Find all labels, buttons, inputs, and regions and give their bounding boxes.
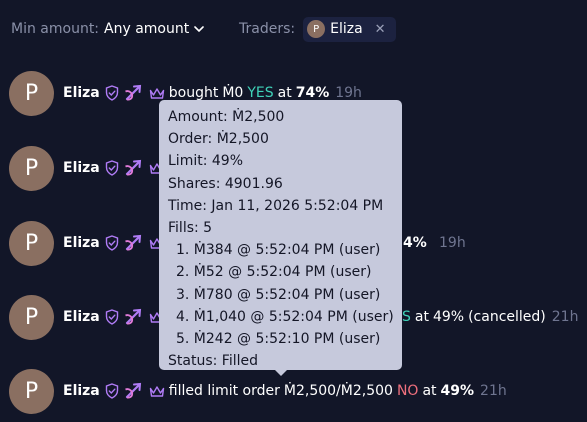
trade-time: 21h: [480, 383, 507, 399]
trader-name[interactable]: Eliza: [63, 235, 100, 251]
trader-name[interactable]: Eliza: [63, 160, 100, 176]
trade-amount: Ṁ0: [222, 85, 244, 101]
trade-outcome: S: [402, 309, 411, 325]
crossed-arrow-icon: [124, 382, 144, 400]
avatar[interactable]: P: [9, 220, 54, 266]
trade-status: (cancelled): [468, 309, 546, 325]
crossed-arrow-icon: [124, 308, 144, 326]
trader-name[interactable]: Eliza: [63, 309, 100, 325]
shield-check-icon: [105, 383, 119, 399]
avatar[interactable]: P: [9, 294, 54, 340]
list-item: P Eliza 4% 19h: [9, 220, 466, 266]
tooltip-fill-item: 2. Ṁ52 @ 5:52:04 PM (user): [176, 264, 372, 281]
chevron-down-icon: [194, 25, 205, 33]
avatar[interactable]: P: [9, 145, 54, 191]
trader-name[interactable]: Eliza: [63, 383, 100, 399]
avatar[interactable]: P: [9, 70, 54, 116]
trader-chip[interactable]: P Eliza ✕: [303, 16, 396, 42]
trader-chip-avatar: P: [307, 20, 326, 38]
trade-at: at: [277, 85, 292, 101]
trader-name[interactable]: Eliza: [63, 85, 100, 101]
shield-check-icon: [105, 235, 119, 251]
trade-time: 19h: [335, 85, 362, 101]
min-amount-dropdown[interactable]: Any amount: [104, 21, 205, 37]
crown-icon: [149, 87, 165, 100]
trade-amount: Ṁ2,500/Ṁ2,500: [283, 383, 393, 399]
shield-check-icon: [105, 85, 119, 101]
tooltip-amount: Amount: Ṁ2,500: [168, 109, 285, 125]
trade-at: at: [422, 383, 437, 399]
avatar[interactable]: P: [9, 368, 54, 414]
min-amount-value: Any amount: [104, 21, 190, 37]
traders-filter: Traders: P Eliza ✕: [239, 16, 396, 42]
trade-action: filled limit order: [168, 383, 280, 399]
tooltip-fill-item: 4. Ṁ1,040 @ 5:52:04 PM (user): [176, 308, 394, 325]
tooltip-shares: Shares: 4901.96: [168, 175, 283, 192]
list-item: P Eliza filled limit order Ṁ2,500/Ṁ2,500…: [9, 368, 507, 414]
trader-chip-name: Eliza: [330, 21, 363, 37]
trade-outcome: YES: [247, 85, 274, 101]
order-details-tooltip: Amount: Ṁ2,500 Order: Ṁ2,500 Limit: 49% …: [159, 100, 402, 376]
close-icon[interactable]: ✕: [375, 22, 386, 37]
trade-price: 49%: [432, 309, 465, 325]
trade-tail: S at 49% (cancelled) 21h: [402, 309, 578, 325]
tooltip-fill-item: 5. Ṁ242 @ 5:52:10 PM (user): [176, 330, 381, 347]
crossed-arrow-icon: [124, 84, 144, 102]
crown-icon: [149, 385, 165, 398]
traders-label: Traders:: [239, 21, 296, 37]
trade-outcome: NO: [396, 383, 419, 399]
shield-check-icon: [105, 160, 119, 176]
min-amount-label: Min amount:: [11, 21, 100, 37]
trade-price: 4%: [403, 235, 427, 251]
trade-action: bought: [168, 85, 219, 101]
tooltip-time: Time: Jan 11, 2026 5:52:04 PM: [168, 197, 384, 214]
list-item: P Eliza S at 49% (cancelled) 21h: [9, 294, 578, 340]
tooltip-status: Status: Filled: [168, 353, 258, 370]
tooltip-fill-item: 3. Ṁ780 @ 5:52:04 PM (user): [176, 286, 381, 303]
trade-time: 21h: [551, 309, 579, 325]
tooltip-fills-label: Fills: 5: [168, 219, 213, 236]
trade-at: at: [414, 309, 429, 325]
tooltip-order: Order: Ṁ2,500: [168, 131, 269, 148]
trade-price: 49%: [440, 383, 475, 399]
crossed-arrow-icon: [124, 159, 144, 177]
trade-time: 19h: [439, 235, 466, 251]
tooltip-fill-item: 1. Ṁ384 @ 5:52:04 PM (user): [176, 242, 381, 259]
min-amount-filter: Min amount: Any amount: [11, 18, 205, 40]
list-item: P Eliza: [9, 145, 165, 191]
tooltip-limit: Limit: 49%: [168, 153, 243, 170]
shield-check-icon: [105, 309, 119, 325]
trade-price: 74%: [295, 85, 330, 101]
crossed-arrow-icon: [124, 234, 144, 252]
